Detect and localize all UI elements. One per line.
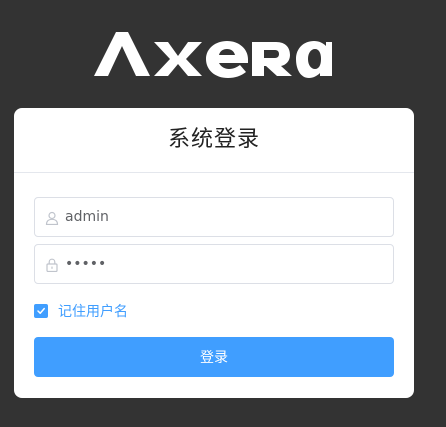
axera-logo-graphic: [94, 32, 332, 78]
axera-logo: [94, 28, 332, 78]
username-field[interactable]: [34, 197, 394, 237]
lock-icon: [45, 257, 59, 273]
login-button[interactable]: 登录: [34, 337, 394, 377]
password-field[interactable]: [34, 244, 394, 284]
login-card: 系统登录 记住用户名 登录: [14, 108, 414, 398]
checkmark-icon: [37, 307, 45, 314]
remember-checkbox[interactable]: [34, 304, 48, 318]
user-icon: [45, 210, 59, 226]
title-divider: [14, 172, 414, 173]
remember-username[interactable]: 记住用户名: [34, 302, 128, 320]
password-input[interactable]: [65, 245, 385, 283]
remember-label[interactable]: 记住用户名: [58, 301, 128, 321]
login-title: 系统登录: [167, 127, 260, 152]
username-input[interactable]: [65, 198, 385, 236]
